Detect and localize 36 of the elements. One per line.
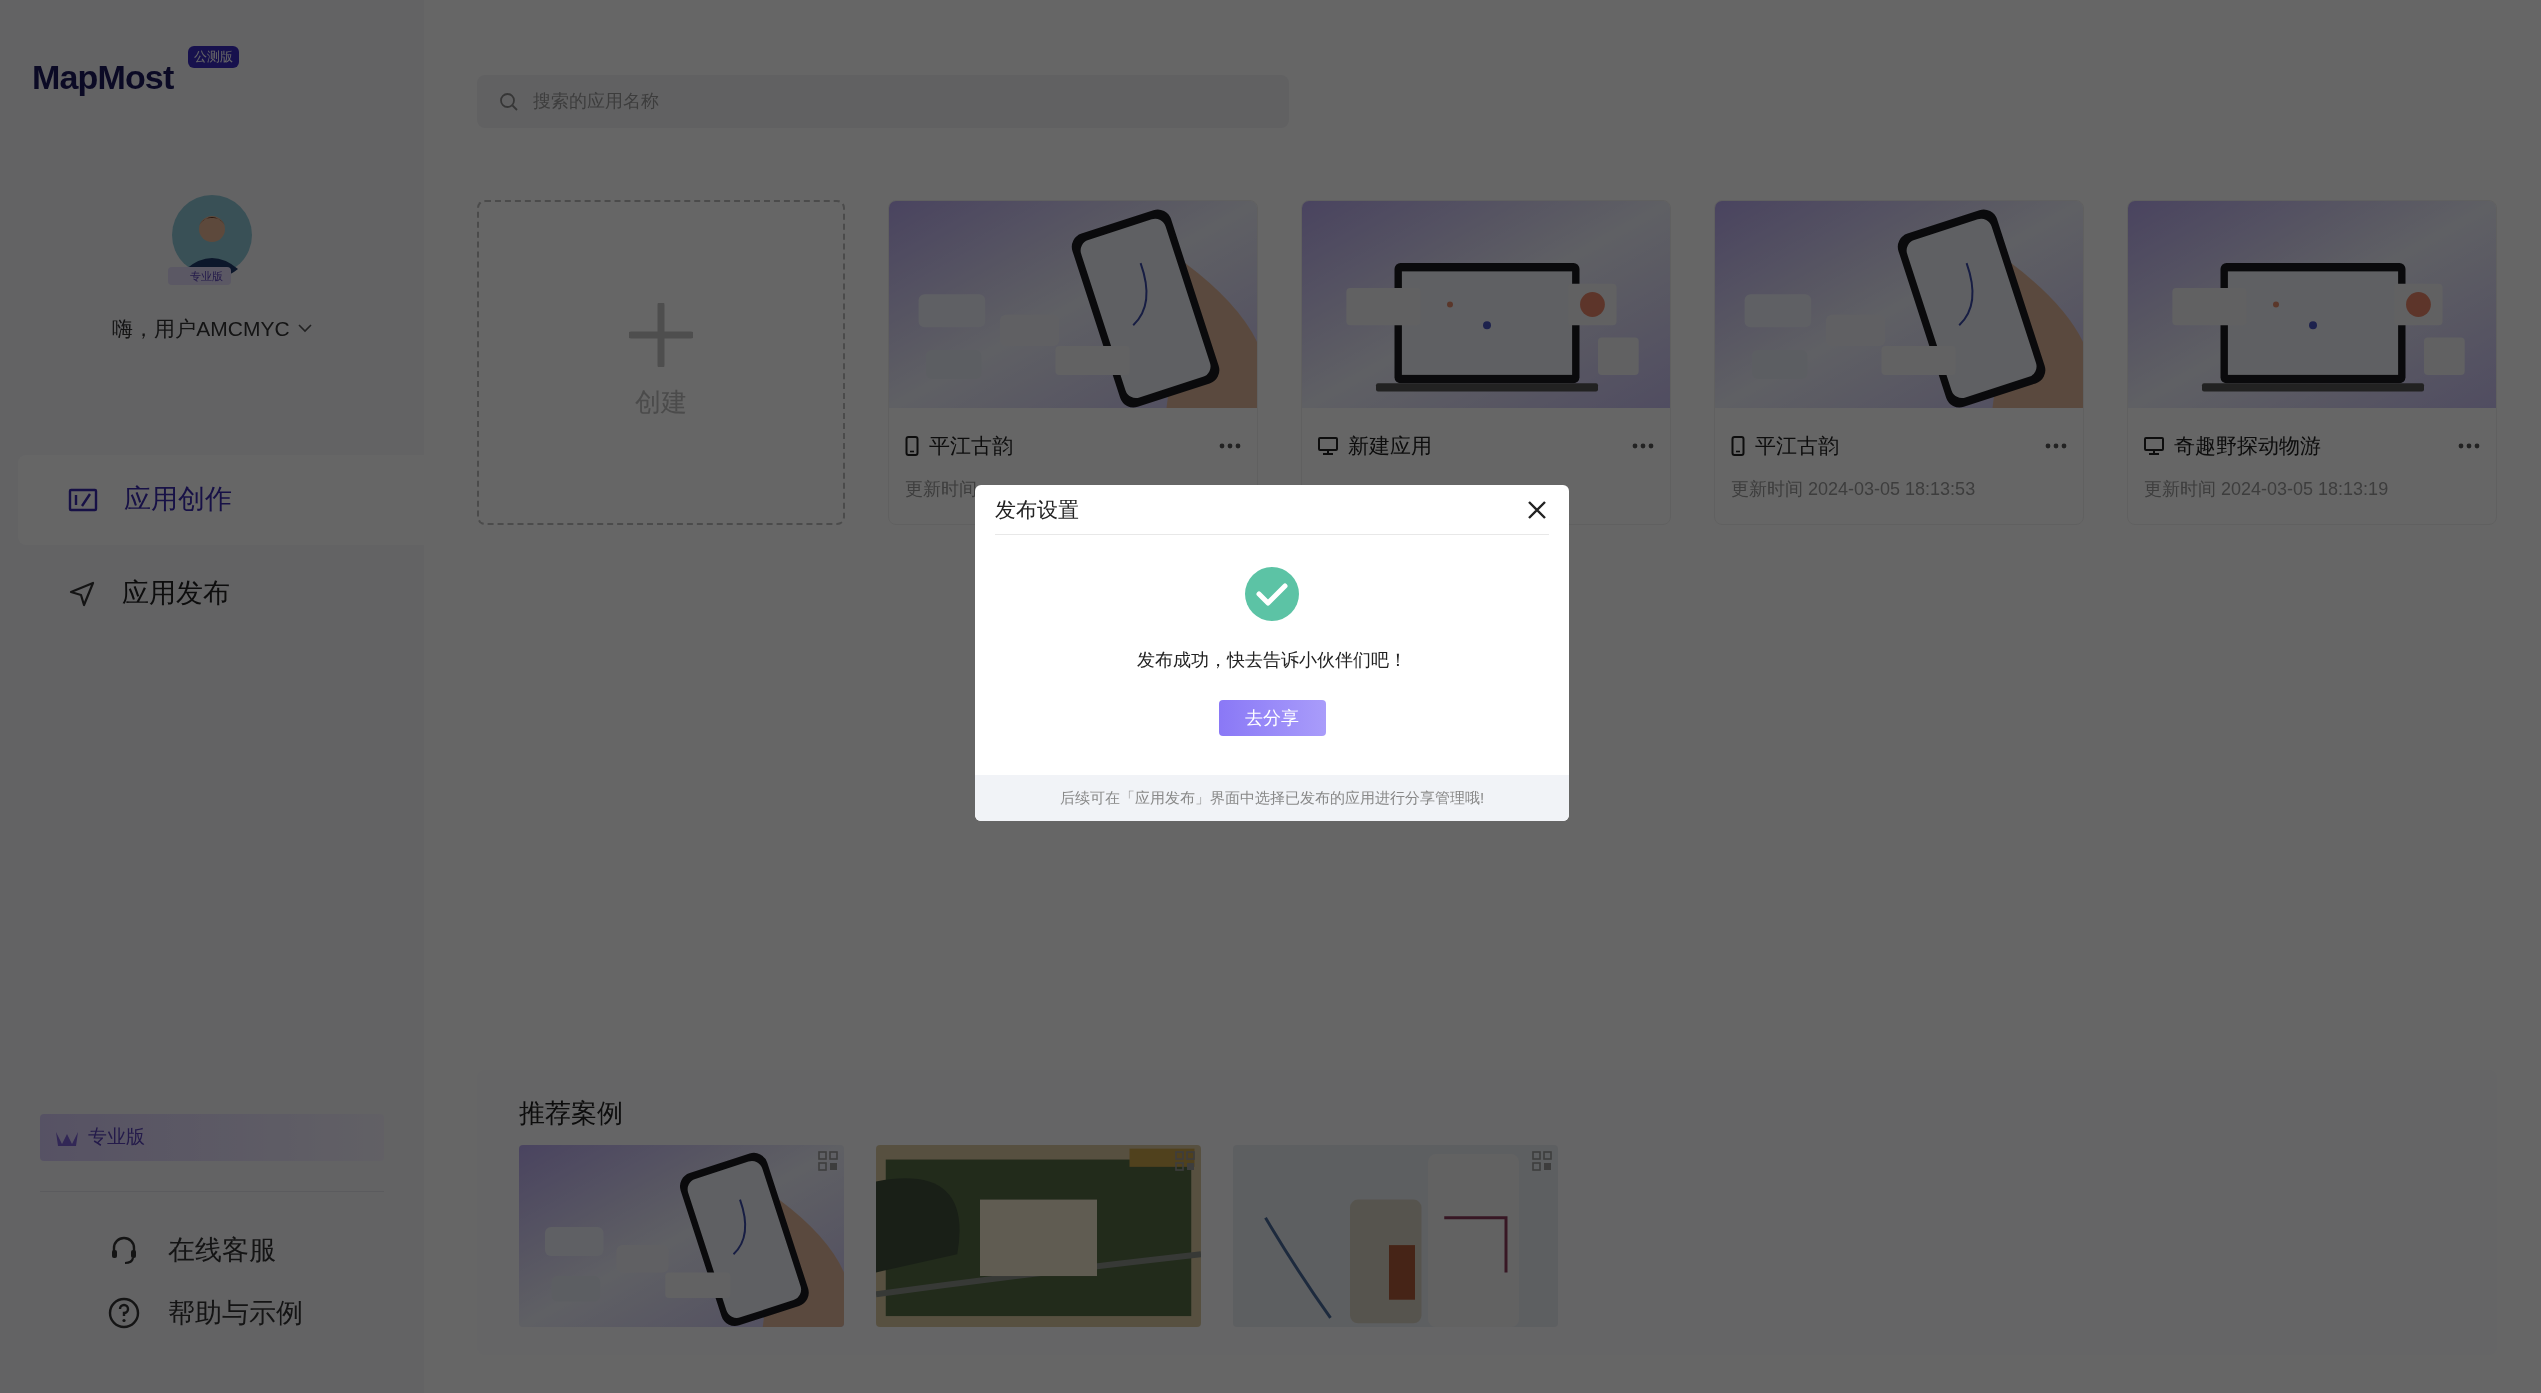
search-icon bbox=[499, 92, 519, 112]
phone-icon bbox=[905, 435, 919, 456]
plan-badge: 专业版 bbox=[168, 266, 231, 285]
more-icon[interactable] bbox=[1219, 442, 1241, 449]
plus-icon bbox=[629, 303, 693, 367]
more-icon[interactable] bbox=[1632, 442, 1654, 449]
phone-icon bbox=[1731, 435, 1745, 456]
user-menu[interactable]: 嗨，用户AMCMYC bbox=[112, 313, 312, 345]
app-name: 平江古韵 bbox=[1755, 433, 1839, 459]
chevron-down-icon bbox=[297, 324, 312, 334]
app-name: 新建应用 bbox=[1348, 433, 1432, 459]
dialog-title: 发布设置 bbox=[995, 496, 1079, 523]
beta-badge: 公测版 bbox=[188, 46, 240, 68]
qr-code-icon[interactable] bbox=[818, 1151, 838, 1171]
edit-panel-icon bbox=[68, 487, 98, 512]
help-link[interactable]: 帮助与示例 bbox=[108, 1292, 384, 1333]
close-icon bbox=[1527, 499, 1547, 520]
more-icon[interactable] bbox=[2045, 442, 2067, 449]
app-name: 平江古韵 bbox=[929, 433, 1013, 459]
qr-code-icon[interactable] bbox=[1175, 1151, 1195, 1171]
help-link[interactable]: 在线客服 bbox=[108, 1230, 384, 1271]
section-title: 推荐案例 bbox=[519, 1097, 624, 1130]
monitor-icon bbox=[1318, 436, 1338, 455]
success-check-icon bbox=[1245, 567, 1299, 621]
qr-code-icon[interactable] bbox=[1532, 1151, 1552, 1171]
dialog-note: 后续可在「应用发布」界面中选择已发布的应用进行分享管理哦! bbox=[1059, 787, 1485, 808]
app-name: 奇趣野探动物游 bbox=[2174, 433, 2321, 459]
success-message: 发布成功，快去告诉小伙伴们吧！ bbox=[1137, 649, 1407, 672]
send-icon bbox=[68, 579, 96, 608]
logo: MapMost bbox=[32, 58, 174, 96]
share-button[interactable]: 去分享 bbox=[1218, 700, 1326, 736]
app-card[interactable]: 新建应用 bbox=[1301, 200, 1671, 525]
more-icon[interactable] bbox=[2458, 442, 2480, 449]
nav-item[interactable]: 应用发布 bbox=[18, 548, 424, 639]
monitor-icon bbox=[2144, 436, 2164, 455]
help-icon bbox=[108, 1296, 140, 1329]
